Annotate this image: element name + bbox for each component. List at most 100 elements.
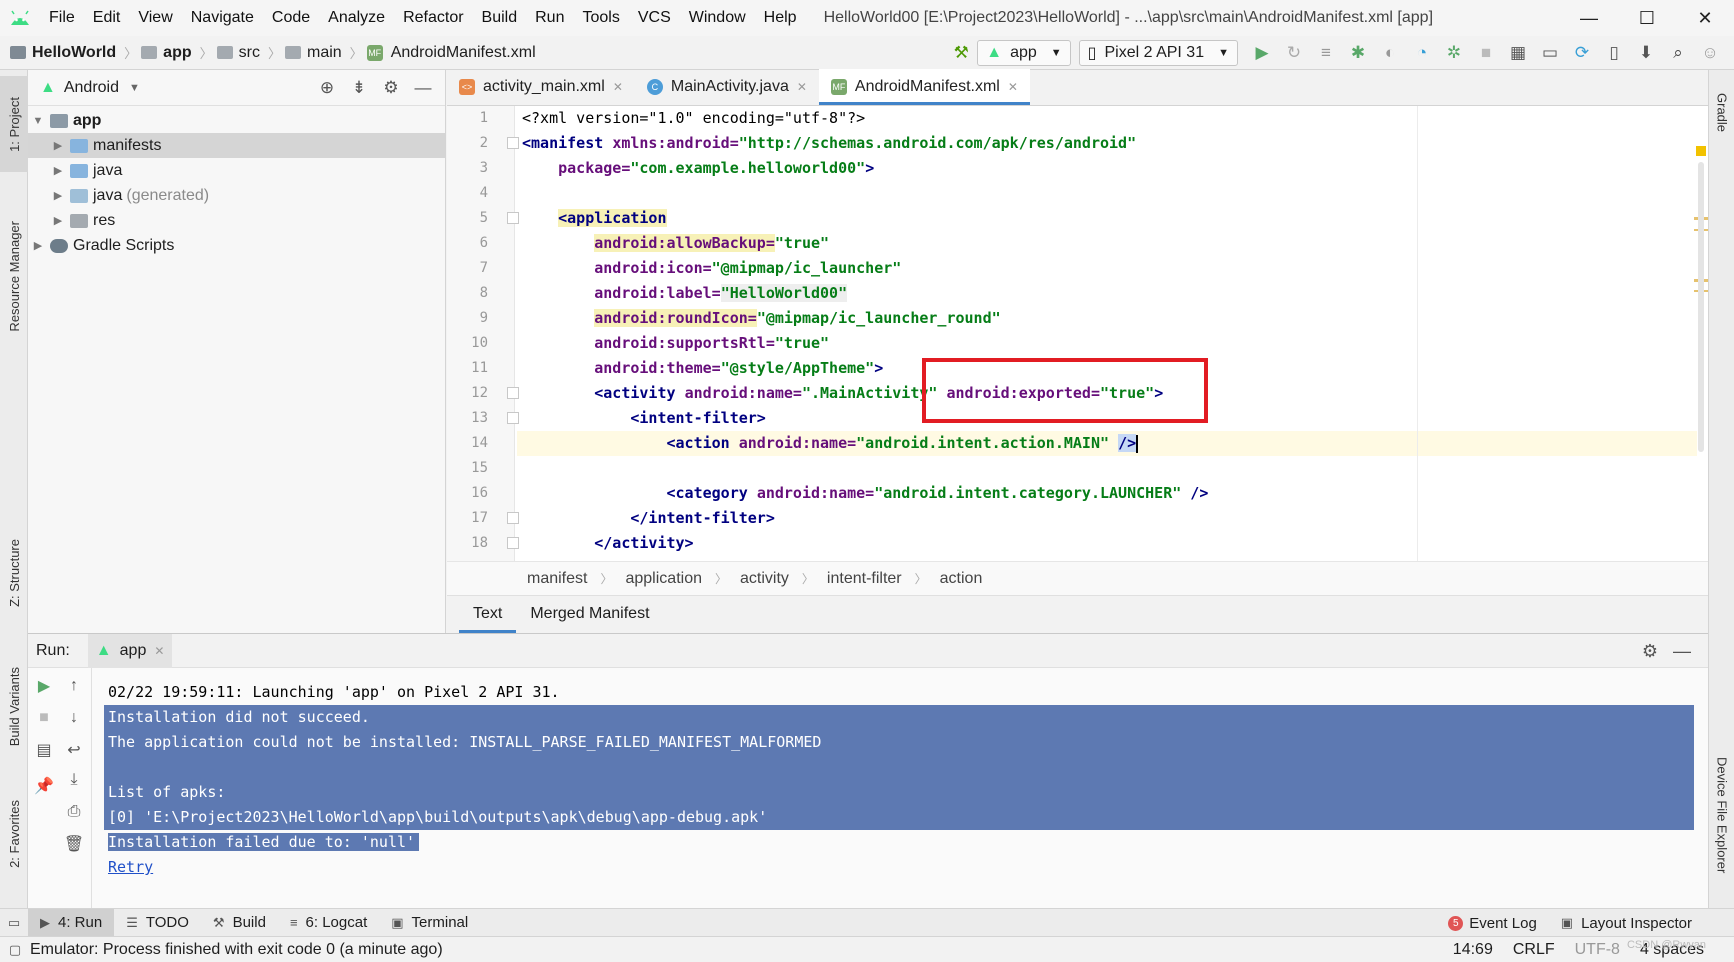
menu-window[interactable]: Window [680,0,755,36]
fold-marker-icon[interactable] [507,537,519,549]
tool-tab-build[interactable]: ⚒ Build [201,909,278,937]
pin-icon[interactable]: 📌 [30,772,58,800]
breadcrumb-manifest[interactable]: manifest [527,570,587,588]
fold-marker-icon[interactable] [507,212,519,224]
search-icon[interactable]: ⌕ [1662,36,1694,70]
scroll-to-end-icon[interactable]: ⤓ [60,766,88,794]
nav-crumb-app[interactable]: app 〉 [141,43,216,62]
status-toggle-icon[interactable]: ▢ [0,942,30,958]
nav-crumb-src[interactable]: src 〉 [216,43,285,62]
run-icon[interactable]: ▶ [1246,36,1278,70]
nav-crumb-main[interactable]: main 〉 [284,43,367,62]
fold-marker-icon[interactable] [507,137,519,149]
tree-item-app[interactable]: ▼ app [28,108,445,133]
arrow-up-icon[interactable]: ↑ [60,672,88,700]
tab-merged-manifest[interactable]: Merged Manifest [516,595,663,633]
hide-icon[interactable]: — [1666,641,1698,662]
tree-item-java-generated[interactable]: ▶ java (generated) [28,183,445,208]
menu-help[interactable]: Help [755,0,806,36]
gear-icon[interactable]: ⚙ [1634,641,1666,662]
run-console[interactable]: 02/22 19:59:11: Launching 'app' on Pixel… [104,680,1694,880]
hide-icon[interactable]: — [407,78,439,98]
locate-icon[interactable]: ⊕ [311,78,343,98]
menu-tools[interactable]: Tools [573,0,628,36]
print-icon[interactable]: ⎙ [60,798,88,826]
coverage-icon[interactable]: ◐ [1374,36,1406,70]
tool-tab-logcat[interactable]: ≡ 6: Logcat [278,909,379,937]
device-select[interactable]: ▯ Pixel 2 API 31 ▼ [1078,40,1238,66]
tool-tab-run[interactable]: ▶ 4: Run [28,908,115,937]
tool-windows-icon[interactable]: ▭ [0,915,28,931]
tool-tab-gradle[interactable]: Gradle [1709,78,1734,148]
tree-item-res[interactable]: ▶ res [28,208,445,233]
tool-tab-build-variants[interactable]: Build Variants [0,656,28,758]
editor-scrollbar[interactable] [1694,142,1708,561]
tool-tab-layout-inspector[interactable]: ▣ Layout Inspector [1549,909,1704,937]
nav-crumb-file[interactable]: MF AndroidManifest.xml [366,44,536,62]
line-separator[interactable]: CRLF [1513,941,1555,959]
sync-gradle-icon[interactable]: ⟳ [1566,36,1598,70]
trash-icon[interactable]: 🗑 [60,830,88,858]
menu-navigate[interactable]: Navigate [182,0,263,36]
breadcrumb-action[interactable]: action [940,570,983,588]
menu-edit[interactable]: Edit [84,0,130,36]
menu-code[interactable]: Code [263,0,319,36]
status-message[interactable]: Emulator: Process finished with exit cod… [30,941,443,959]
run-config-select[interactable]: ▲ app ▼ [977,40,1071,66]
tab-text[interactable]: Text [459,595,517,633]
tool-tab-event-log[interactable]: 5 Event Log [1436,909,1549,937]
retry-link[interactable]: Retry [108,858,153,876]
layout-icon[interactable]: ▤ [30,736,58,764]
breadcrumb-activity[interactable]: activity [740,570,789,588]
tree-item-java[interactable]: ▶ java [28,158,445,183]
run-tab-app[interactable]: ▲ app ✕ [87,633,173,668]
collapse-all-icon[interactable]: ⇟ [343,78,375,98]
close-icon[interactable]: ✕ [154,644,164,658]
tool-tab-todo[interactable]: ☰ TODO [114,909,201,937]
tool-tab-resource-manager[interactable]: Resource Manager [0,196,28,356]
tool-tab-project[interactable]: 1: Project [0,76,28,172]
menu-vcs[interactable]: VCS [629,0,680,36]
breadcrumb-application[interactable]: application [625,570,702,588]
tool-tab-structure[interactable]: Z: Structure [0,522,28,624]
rerun-icon[interactable]: ▶ [30,672,58,700]
fold-marker-icon[interactable] [507,512,519,524]
menu-run[interactable]: Run [526,0,573,36]
tree-item-gradle-scripts[interactable]: ▶ Gradle Scripts [28,233,445,258]
close-icon[interactable]: ✕ [1008,80,1018,94]
close-icon[interactable]: ✕ [613,80,623,94]
tool-tab-terminal[interactable]: ▣ Terminal [379,909,480,937]
menu-file[interactable]: File [40,0,84,36]
menu-build[interactable]: Build [473,0,527,36]
minimize-button[interactable]: — [1560,0,1618,36]
tree-item-manifests[interactable]: ▶ manifests [28,133,445,158]
avd-manager-icon[interactable]: ▭ [1534,36,1566,70]
profile-icon[interactable]: ◔ [1406,36,1438,70]
maximize-button[interactable]: ☐ [1618,0,1676,36]
gear-icon[interactable]: ⚙ [375,78,407,98]
user-icon[interactable]: ☺ [1694,36,1726,70]
apply-changes-icon[interactable]: ≡ [1310,36,1342,70]
menu-view[interactable]: View [129,0,181,36]
stop-icon[interactable]: ■ [1470,36,1502,70]
nav-crumb-project[interactable]: HelloWorld 〉 [0,43,141,62]
cursor-position[interactable]: 14:69 [1453,941,1493,959]
tool-tab-favorites[interactable]: 2: Favorites [0,786,28,882]
tab-android-manifest[interactable]: MF AndroidManifest.xml ✕ [818,69,1030,105]
rerun-icon[interactable]: ↻ [1278,36,1310,70]
tool-tab-device-file-explorer[interactable]: Device File Explorer [1709,730,1734,900]
soft-wrap-icon[interactable]: ↩ [60,736,88,764]
project-structure-icon[interactable]: ▦ [1502,36,1534,70]
hammer-build-icon[interactable]: ⚒ [945,36,977,70]
tab-main-activity-java[interactable]: C MainActivity.java ✕ [635,69,819,105]
scroll-thumb[interactable] [1698,162,1704,452]
attach-debugger-icon[interactable]: ✲ [1438,36,1470,70]
project-view-select[interactable]: Android [64,79,119,97]
breadcrumb-intent-filter[interactable]: intent-filter [827,570,902,588]
file-encoding[interactable]: UTF-8 [1575,941,1620,959]
fold-marker-icon[interactable] [507,387,519,399]
code-area[interactable]: 1 2 3 4 5 6 7 8 9 10 11 12 13 14 15 16 1… [447,106,1708,561]
device-manager-icon[interactable]: ▯ [1598,36,1630,70]
stop-icon[interactable]: ■ [30,704,58,732]
debug-icon[interactable]: ✱ [1342,36,1374,70]
